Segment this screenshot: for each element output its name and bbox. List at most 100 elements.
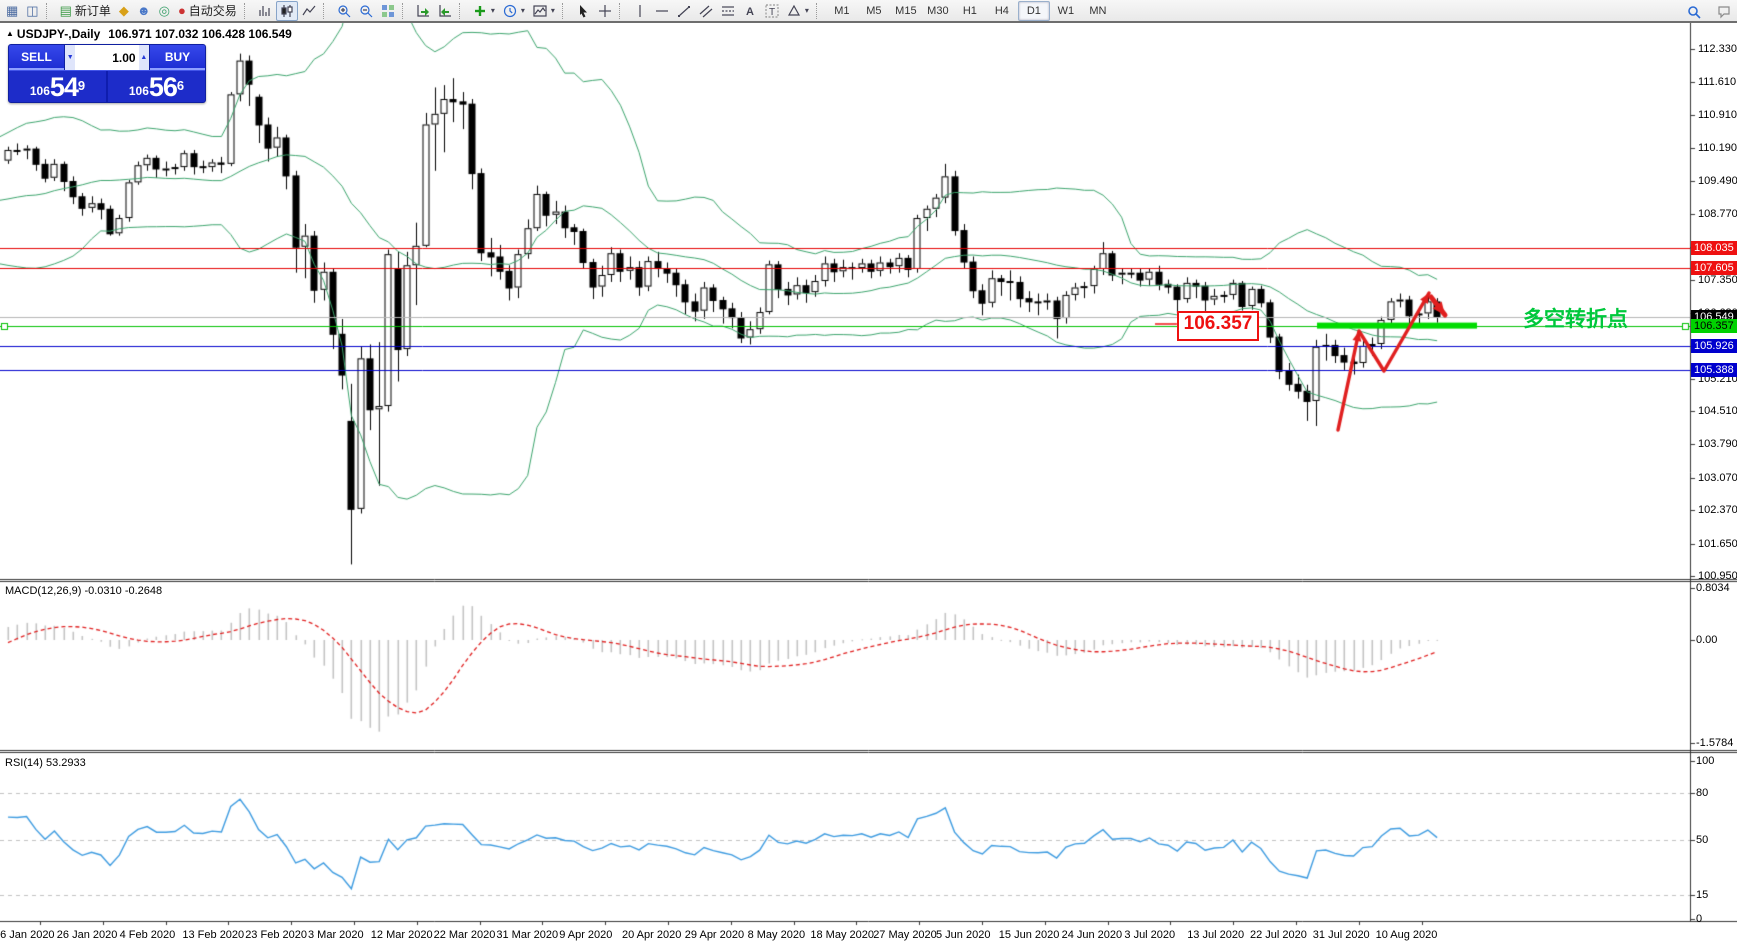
date-tick-label: 20 Apr 2020 xyxy=(622,929,682,941)
timeframe-m5-button[interactable]: M5 xyxy=(858,1,890,21)
macd-axis-label: -1.5784 xyxy=(1696,737,1734,750)
search-icon[interactable] xyxy=(1683,2,1705,22)
timeframe-m30-button[interactable]: M30 xyxy=(922,1,954,21)
autotrading-icon[interactable]: ● 自动交易 xyxy=(174,1,241,21)
templates-caret-icon[interactable]: ▾ xyxy=(551,6,555,15)
volume-increase-button[interactable]: ▲ xyxy=(138,45,149,70)
new-order-icon[interactable]: ▤ 新订单 xyxy=(56,1,115,21)
text-label-icon[interactable]: T xyxy=(761,1,783,21)
date-tick-label: 27 May 2020 xyxy=(873,929,937,941)
price-tick-label: 100.950 xyxy=(1698,570,1737,582)
price-level-chip: 108.035 xyxy=(1691,240,1737,255)
turning-point-label[interactable]: 多空转折点 xyxy=(1523,303,1628,333)
date-tick-label: 12 Mar 2020 xyxy=(370,929,433,941)
indicators-caret-icon[interactable]: ▾ xyxy=(491,6,495,15)
date-tick-label: 18 May 2020 xyxy=(810,929,874,941)
price-annotation-box[interactable]: 106.357 xyxy=(1177,311,1259,341)
date-tick-label: 13 Jul 2020 xyxy=(1187,929,1245,941)
price-tick-label: 103.790 xyxy=(1698,438,1737,451)
timeframe-w1-button[interactable]: W1 xyxy=(1050,1,1082,21)
rsi-axis-label: 0 xyxy=(1696,913,1703,925)
trendline-icon[interactable] xyxy=(673,1,695,21)
toolbar: ▦ ◫ ▤ 新订单 ◆ ☻ ◎ ● 自动交易 ▾ ▾ ▾ A T ▾ M1 M5 M15 M30 H1 H4 D1 W1 MN xyxy=(0,0,1737,23)
sell-button[interactable]: SELL xyxy=(9,45,64,70)
date-tick-label: 31 Jul 2020 xyxy=(1312,929,1370,941)
price-level-chip: 105.388 xyxy=(1691,363,1737,378)
equidistant-channel-icon[interactable] xyxy=(695,1,717,21)
tile-windows-icon[interactable] xyxy=(377,1,399,21)
timeframe-h4-button[interactable]: H4 xyxy=(986,1,1018,21)
price-tick-label: 111.610 xyxy=(1698,76,1737,89)
crosshair-icon[interactable] xyxy=(594,1,616,21)
indicators-icon[interactable]: ▾ xyxy=(469,1,499,21)
timeframe-m15-button[interactable]: M15 xyxy=(890,1,922,21)
toolbar-separator xyxy=(243,2,251,19)
toolbar-separator xyxy=(401,2,409,19)
timeframe-h1-button[interactable]: H1 xyxy=(954,1,986,21)
mt4-window: ▦ ◫ ▤ 新订单 ◆ ☻ ◎ ● 自动交易 ▾ ▾ ▾ A T ▾ M1 M5 M15 M30 H1 H4 D1 W1 MN… xyxy=(0,0,1737,946)
toolbar-separator xyxy=(618,2,626,19)
zoom-in-icon[interactable] xyxy=(333,1,355,21)
date-tick-label: 3 Mar 2020 xyxy=(308,929,364,941)
svg-text:T: T xyxy=(769,7,775,18)
market-watch-icon[interactable]: ◫ xyxy=(22,1,42,21)
date-tick-label: 31 Mar 2020 xyxy=(496,929,559,941)
timeframe-d1-button[interactable]: D1 xyxy=(1017,0,1050,21)
price-tick-label: 107.350 xyxy=(1698,273,1737,286)
price-level-chip: 105.926 xyxy=(1691,338,1737,353)
price-tick-label: 101.650 xyxy=(1698,537,1737,550)
buy-price[interactable]: 106 56 6 xyxy=(108,71,205,102)
price-tick-label: 110.910 xyxy=(1698,108,1737,121)
terminal-icon[interactable]: ☻ xyxy=(133,1,155,21)
vertical-line-icon[interactable] xyxy=(629,1,651,21)
auto-scroll-icon[interactable] xyxy=(412,1,434,21)
rsi-axis-label: 100 xyxy=(1696,755,1715,767)
templates-icon[interactable]: ▾ xyxy=(529,1,559,21)
price-tick-label: 103.070 xyxy=(1698,471,1737,484)
shapes-icon[interactable]: ▾ xyxy=(783,1,813,21)
chart-title-symbol: USDJPY-,Daily xyxy=(16,27,101,41)
chat-icon[interactable] xyxy=(1713,2,1735,22)
signals-icon[interactable]: ◎ xyxy=(155,1,174,21)
cursor-icon[interactable] xyxy=(572,1,594,21)
toolbar-separator xyxy=(815,2,823,19)
line-chart-icon[interactable] xyxy=(298,1,320,21)
text-icon[interactable]: A xyxy=(739,1,761,21)
candlestick-chart-icon[interactable] xyxy=(275,0,298,21)
volume-decrease-button[interactable]: ▼ xyxy=(65,45,76,70)
sell-price[interactable]: 106 54 9 xyxy=(9,71,108,102)
date-tick-label: 29 Apr 2020 xyxy=(684,929,745,941)
toolbar-separator xyxy=(458,2,466,19)
bar-chart-icon[interactable] xyxy=(254,1,276,21)
date-tick-label: 4 Feb 2020 xyxy=(119,929,176,941)
chart-canvas[interactable] xyxy=(0,23,1737,946)
fibonacci-icon[interactable] xyxy=(717,1,739,21)
timeframe-m1-button[interactable]: M1 xyxy=(826,1,858,21)
date-tick-label: 5 Jun 2020 xyxy=(936,929,991,941)
buy-button[interactable]: BUY xyxy=(150,45,205,70)
horizontal-line-icon[interactable] xyxy=(651,1,673,21)
panel-toggle-icon[interactable]: ▲ xyxy=(6,29,14,38)
volume-input[interactable] xyxy=(75,45,139,70)
date-tick-label: 9 Apr 2020 xyxy=(559,929,613,941)
price-tick-label: 112.330 xyxy=(1698,43,1737,55)
periods-caret-icon[interactable]: ▾ xyxy=(521,6,525,15)
timeframe-mn-button[interactable]: MN xyxy=(1082,1,1114,21)
date-tick-label: 8 May 2020 xyxy=(747,929,806,941)
rsi-axis-label: 15 xyxy=(1696,889,1709,902)
date-tick-label: 16 Jan 2020 xyxy=(0,929,55,941)
shapes-caret-icon[interactable]: ▾ xyxy=(805,6,809,15)
chart-shift-icon[interactable] xyxy=(434,1,456,21)
price-tick-label: 109.490 xyxy=(1698,174,1737,187)
price-tick-label: 102.370 xyxy=(1698,504,1737,517)
chart-title: ▲ USDJPY-,Daily 106.971 107.032 106.428 10… xyxy=(6,27,292,41)
chart-window-icon[interactable]: ▦ xyxy=(2,1,22,21)
date-tick-label: 23 Feb 2020 xyxy=(245,929,307,941)
gold-icon[interactable]: ◆ xyxy=(115,1,133,21)
periods-icon[interactable]: ▾ xyxy=(499,1,529,21)
macd-label: MACD(12,26,9) -0.0310 -0.2648 xyxy=(5,585,163,597)
zoom-out-icon[interactable] xyxy=(355,1,377,21)
price-tick-label: 104.510 xyxy=(1698,405,1737,418)
date-tick-label: 15 Jun 2020 xyxy=(998,929,1060,941)
toolbar-right-group xyxy=(1683,2,1735,22)
